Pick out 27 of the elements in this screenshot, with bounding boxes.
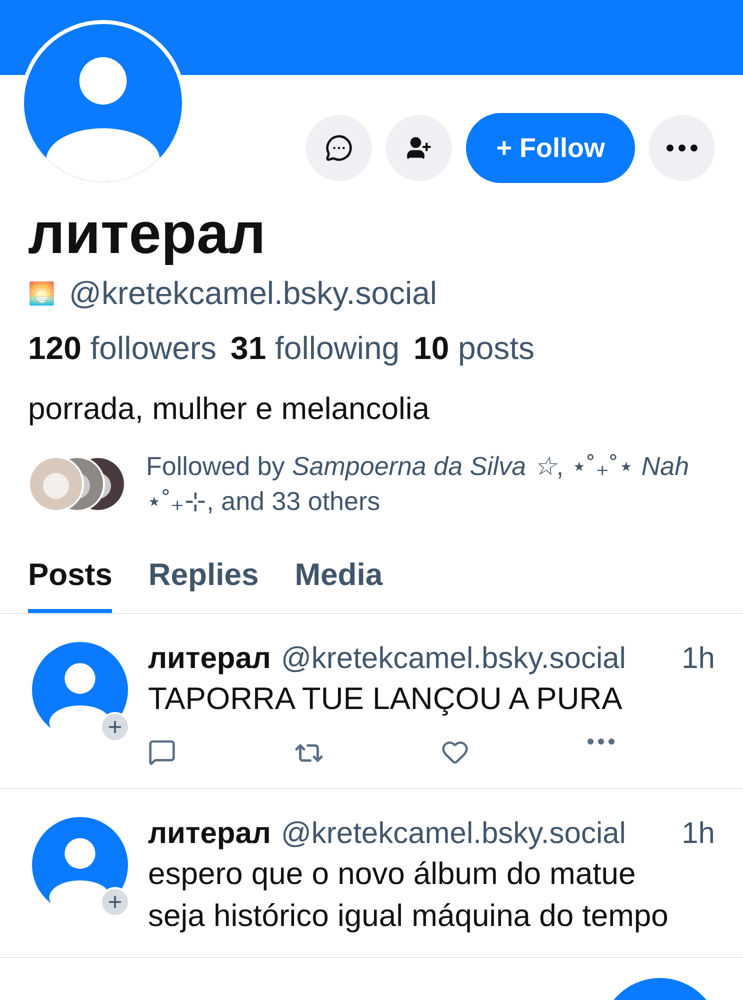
- post-text: espero que o novo álbum do matue seja histórico igual máquina do tempo: [148, 855, 670, 935]
- followed-by-text[interactable]: Followed by Sampoerna da Silva ☆, ⋆˚₊˚⋆ Nah ⋆˚₊⊹, and 33 others: [146, 449, 715, 519]
- plus-icon[interactable]: [108, 895, 122, 909]
- author-name[interactable]: литерал: [148, 642, 271, 676]
- reply-icon[interactable]: [148, 738, 176, 766]
- post-time: 1h: [682, 817, 715, 851]
- follow-button[interactable]: + Follow: [466, 113, 635, 183]
- profile-stat[interactable]: 31 following: [230, 330, 400, 367]
- user-plus-icon: [406, 135, 432, 161]
- more-icon[interactable]: [666, 144, 698, 152]
- display-name: литерал: [28, 200, 267, 267]
- bio: porrada, mulher e melancolia: [28, 391, 430, 427]
- author-name[interactable]: литерал: [148, 817, 271, 851]
- chat-icon: [325, 134, 354, 162]
- plus-icon[interactable]: [108, 720, 122, 734]
- handle-emoji: 🌅: [28, 280, 55, 306]
- author-handle[interactable]: @kretekcamel.bsky.social: [280, 642, 672, 676]
- tab[interactable]: Replies: [148, 557, 259, 613]
- profile-stat[interactable]: 10 posts: [414, 330, 535, 367]
- post-text: TAPORRA TUE LANÇOU A PURA: [148, 680, 624, 718]
- post-time: 1h: [682, 642, 715, 676]
- follower-avatar: [28, 456, 84, 512]
- tab[interactable]: Media: [294, 557, 383, 613]
- author-handle[interactable]: @kretekcamel.bsky.social: [280, 817, 672, 851]
- profile-stat[interactable]: 120 followers: [28, 330, 217, 367]
- tab[interactable]: Posts: [28, 557, 112, 613]
- handle: @kretekcamel.bsky.social: [69, 275, 437, 312]
